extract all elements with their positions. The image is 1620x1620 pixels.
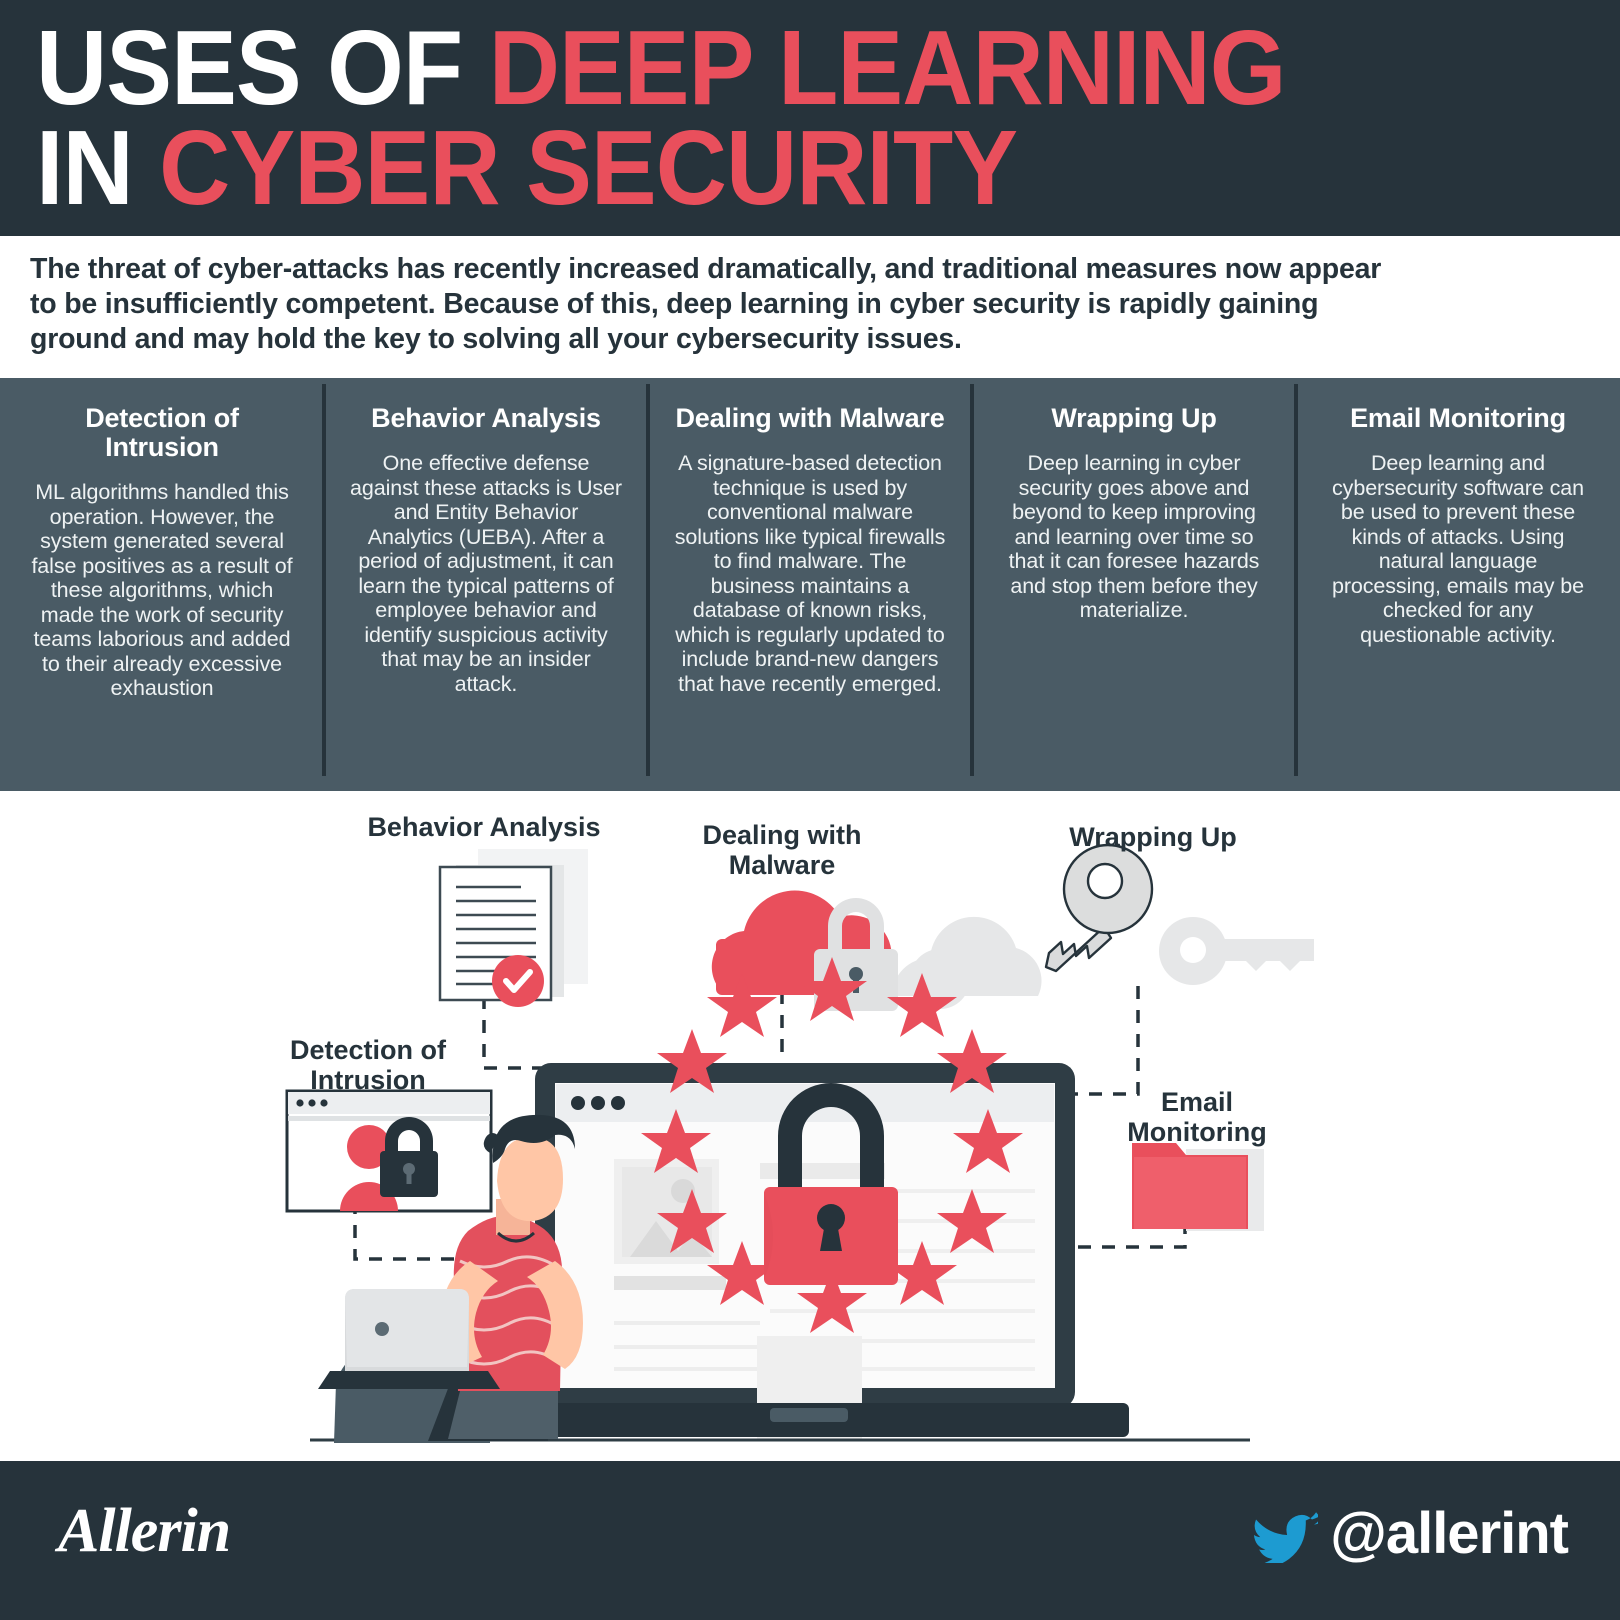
illustration-area: Behavior Analysis Dealing with Malware W… [0,791,1620,1461]
allerin-logo-text[interactable]: Allerin [58,1496,231,1567]
columns-container: Detection of Intrusion ML algorithms han… [0,378,1620,791]
label-detection-of-intrusion-line1: Detection of [290,1035,447,1065]
illustration-svg: Behavior Analysis Dealing with Malware W… [285,812,1314,1443]
column-body: Deep learning and cybersecurity software… [1331,451,1585,647]
columns-band: Detection of Intrusion ML algorithms han… [0,378,1620,791]
column-body: ML algorithms handled this operation. Ho… [31,480,293,700]
page-title: USES OF DEEP LEARNING IN CYBER SECURITY [36,14,1487,222]
column-behavior-analysis: Behavior Analysis One effective defense … [322,378,648,791]
twitter-icon [1254,1511,1319,1563]
column-title: Behavior Analysis [371,403,601,433]
title-line-1: USES OF DEEP LEARNING [36,14,1487,122]
column-detection-of-intrusion: Detection of Intrusion ML algorithms han… [0,378,324,791]
column-body: Deep learning in cyber security goes abo… [1008,451,1260,622]
label-detection-of-intrusion-line2: Intrusion [310,1065,426,1095]
column-body: A signature-based detection technique is… [674,451,946,696]
header-band: USES OF DEEP LEARNING IN CYBER SECURITY [0,0,1620,236]
column-dealing-with-malware: Dealing with Malware A signature-based d… [646,378,972,791]
column-title: Dealing with Malware [675,403,945,433]
document-check-icon [438,849,588,1007]
label-email-monitoring-line1: Email [1161,1087,1233,1117]
column-email-monitoring: Email Monitoring Deep learning and cyber… [1294,378,1620,791]
folder-icon [1132,1143,1264,1231]
column-body: One effective defense against these atta… [350,451,622,696]
label-dealing-with-malware-line2: Malware [729,850,836,880]
browser-user-lock-icon [285,1089,493,1213]
column-title: Email Monitoring [1350,403,1566,433]
label-behavior-analysis: Behavior Analysis [367,812,600,842]
infographic-page: USES OF DEEP LEARNING IN CYBER SECURITY … [0,0,1620,1620]
column-wrapping-up: Wrapping Up Deep learning in cyber secur… [970,378,1296,791]
twitter-handle-group[interactable]: @allerint [1250,1500,1569,1567]
intro-paragraph: The threat of cyber-attacks has recently… [30,253,1382,355]
label-email-monitoring-line2: Monitoring [1127,1117,1266,1147]
key-icon [1044,843,1314,985]
label-wrapping-up: Wrapping Up [1069,822,1236,852]
cloud-lock-icon [711,890,1042,1011]
column-title: Detection of Intrusion [85,403,239,462]
column-title: Wrapping Up [1051,403,1217,433]
title-line-2: IN CYBER SECURITY [36,114,1487,222]
twitter-handle-text[interactable]: @allerint [1330,1500,1569,1567]
label-dealing-with-malware-line1: Dealing with [702,820,861,850]
title-part-white-2: IN [36,109,160,227]
title-part-red-2: CYBER SECURITY [159,109,1018,227]
